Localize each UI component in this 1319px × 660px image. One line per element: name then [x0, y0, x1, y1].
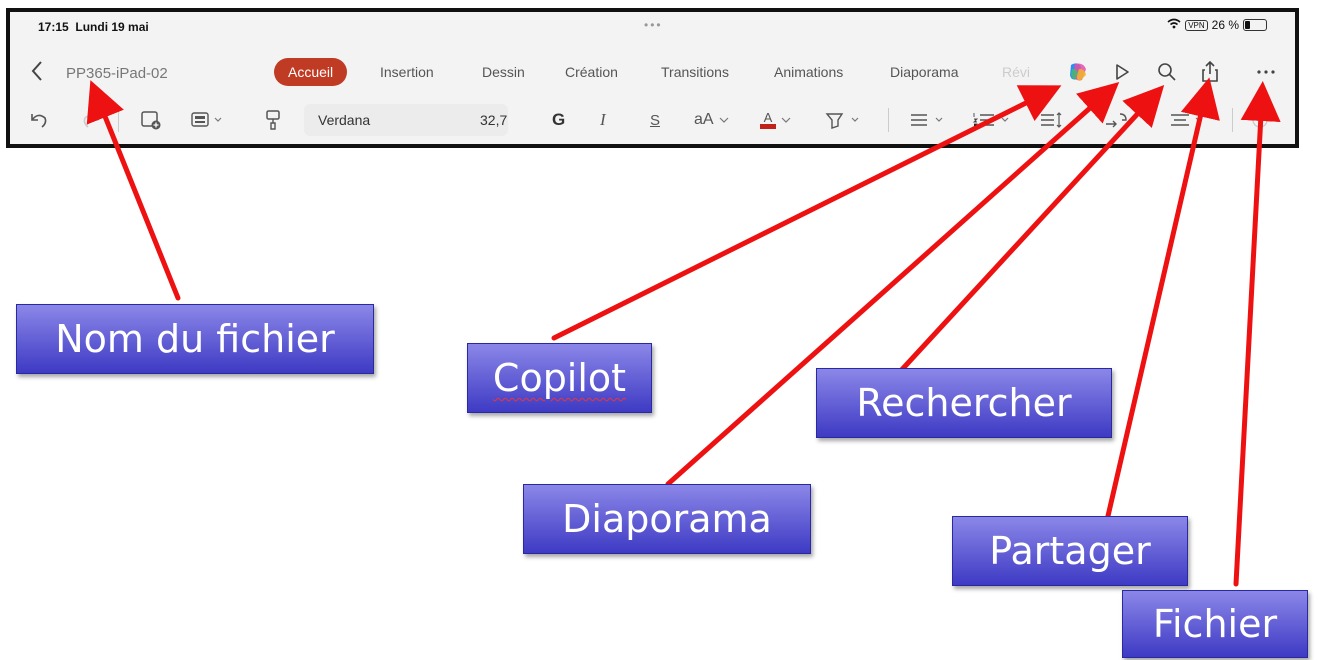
- callout-copilot-text: Copilot: [492, 356, 627, 400]
- tab-accueil[interactable]: Accueil: [274, 58, 348, 86]
- share-icon[interactable]: [1198, 60, 1222, 84]
- align-icon[interactable]: [1168, 108, 1208, 132]
- undo-icon[interactable]: [28, 108, 50, 132]
- callout-partager: Partager: [952, 516, 1188, 586]
- format-painter-icon[interactable]: [264, 108, 282, 132]
- change-case-button[interactable]: aA: [694, 108, 730, 132]
- vpn-badge: VPN: [1185, 19, 1208, 31]
- tab-dessin[interactable]: Dessin: [482, 58, 525, 86]
- multitasking-dots[interactable]: •••: [644, 18, 663, 32]
- font-name-field[interactable]: Verdana: [304, 104, 508, 136]
- title-row: PP365-iPad-02 Accueil Insertion Dessin C…: [10, 56, 1295, 88]
- time-text: 17:15: [38, 20, 69, 34]
- callout-fichier: Fichier: [1122, 590, 1308, 658]
- wifi-icon: [1167, 18, 1181, 32]
- callout-diaporama: Diaporama: [523, 484, 811, 554]
- search-icon[interactable]: [1155, 60, 1179, 84]
- bold-button[interactable]: G: [552, 108, 565, 132]
- highlight-icon[interactable]: [824, 108, 864, 132]
- change-case-label: aA: [694, 111, 714, 128]
- format-row: Verdana 32,7 G I S aA A: [10, 104, 1295, 136]
- callout-file-name: Nom du fichier: [16, 304, 374, 374]
- more-icon[interactable]: [1254, 60, 1278, 84]
- italic-button[interactable]: I: [600, 108, 606, 132]
- status-right: VPN 26 %: [1167, 18, 1267, 32]
- bullets-icon[interactable]: [908, 108, 948, 132]
- strikethrough-button[interactable]: S: [650, 108, 660, 132]
- indent-icon[interactable]: [1102, 108, 1132, 132]
- battery-text: 26 %: [1211, 18, 1239, 32]
- arrow-fichier: [1233, 81, 1281, 587]
- font-color-button[interactable]: A: [760, 108, 792, 132]
- status-time: 17:15 Lundi 19 mai: [38, 20, 149, 34]
- callout-copilot: Copilot: [467, 343, 652, 413]
- battery-icon: [1243, 19, 1267, 31]
- numbering-icon[interactable]: [972, 108, 1012, 132]
- callout-rechercher: Rechercher: [816, 368, 1112, 438]
- tab-diaporama[interactable]: Diaporama: [890, 58, 958, 86]
- arrow-partager: [1105, 77, 1220, 519]
- tab-animations[interactable]: Animations: [774, 58, 843, 86]
- new-slide-icon[interactable]: [140, 108, 162, 132]
- date-text: Lundi 19 mai: [75, 20, 149, 34]
- font-size-field[interactable]: 32,7: [480, 112, 507, 128]
- divider: [118, 108, 119, 132]
- layout-icon[interactable]: [190, 108, 224, 132]
- divider: [888, 108, 889, 132]
- app-toolbar: 17:15 Lundi 19 mai ••• VPN 26 % PP365-iP…: [6, 8, 1299, 148]
- tab-creation[interactable]: Création: [565, 58, 618, 86]
- play-icon[interactable]: [1110, 60, 1134, 84]
- shape-icon[interactable]: [1250, 108, 1270, 132]
- divider: [1232, 108, 1233, 132]
- redo-icon[interactable]: [80, 108, 102, 132]
- font-color-bar: [760, 123, 776, 129]
- status-bar: 17:15 Lundi 19 mai ••• VPN 26 %: [10, 12, 1295, 40]
- copilot-icon[interactable]: [1066, 60, 1090, 84]
- file-name[interactable]: PP365-iPad-02: [66, 65, 168, 82]
- line-spacing-icon[interactable]: [1038, 108, 1078, 132]
- font-color-swatch: A: [760, 109, 776, 129]
- battery-fill: [1245, 21, 1250, 29]
- font-name-value: Verdana: [318, 112, 371, 128]
- tab-revision[interactable]: Révi: [1002, 58, 1030, 86]
- tab-transitions[interactable]: Transitions: [661, 58, 729, 86]
- back-icon[interactable]: [30, 60, 44, 88]
- font-color-label: A: [763, 109, 773, 125]
- tab-insertion[interactable]: Insertion: [380, 58, 434, 86]
